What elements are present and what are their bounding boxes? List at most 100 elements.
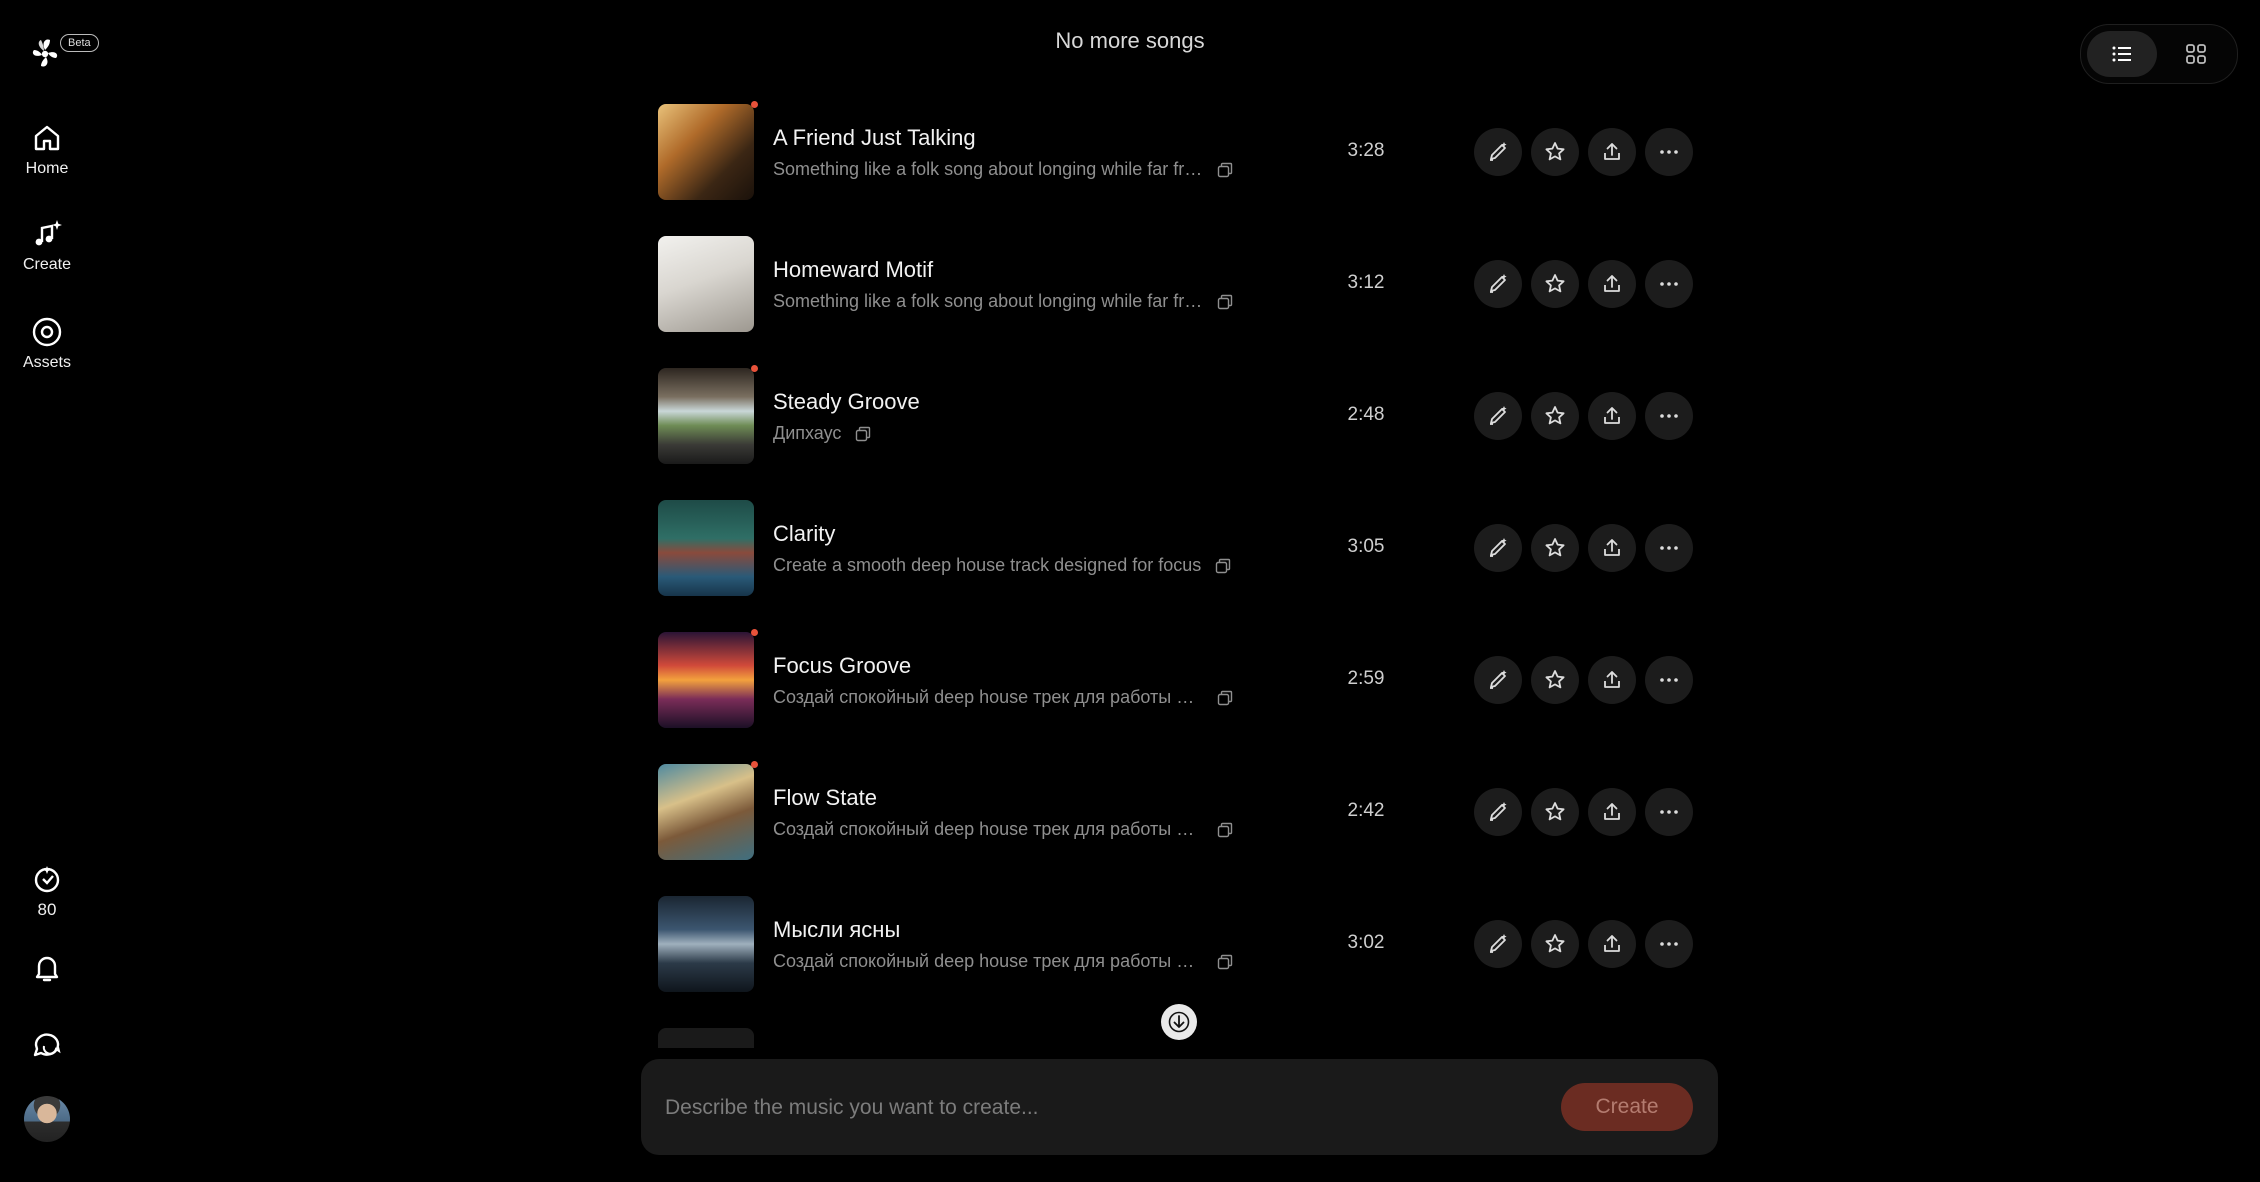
song-row[interactable]: Flow State Создай спокойный deep house т… (658, 761, 1698, 860)
favorite-button[interactable] (1531, 524, 1579, 572)
arrow-down-icon (1168, 1011, 1190, 1033)
song-title[interactable]: Focus Groove (773, 653, 911, 679)
star-icon (1545, 670, 1565, 689)
song-row[interactable]: Clarity Create a smooth deep house track… (658, 500, 1698, 596)
star-icon (1545, 538, 1565, 557)
scroll-down-button[interactable] (1161, 1004, 1197, 1040)
star-icon (1545, 802, 1565, 821)
song-row[interactable]: A Friend Just Talking Something like a f… (658, 101, 1698, 200)
edit-icon (1490, 934, 1507, 953)
copy-icon[interactable] (855, 426, 871, 442)
more-options-button[interactable] (1645, 788, 1693, 836)
edit-button[interactable] (1474, 656, 1522, 704)
song-actions (1474, 788, 1693, 836)
credits-button[interactable]: 80 (0, 864, 94, 920)
nav-assets-label: Assets (22, 354, 71, 371)
more-options-button[interactable] (1645, 260, 1693, 308)
song-row[interactable]: Мысли ясны Создай спокойный deep house т… (658, 896, 1698, 992)
song-cover[interactable] (658, 104, 754, 200)
share-button[interactable] (1588, 920, 1636, 968)
song-cover[interactable] (658, 500, 754, 596)
sidebar: Beta Home Create Assets 80 (0, 0, 99, 1182)
song-description: Создай спокойный deep house трек для раб… (773, 819, 1203, 839)
song-cover[interactable] (658, 764, 754, 860)
notifications-button[interactable] (0, 952, 94, 984)
copy-icon[interactable] (1217, 690, 1233, 706)
share-icon (1604, 803, 1620, 820)
song-row[interactable]: Focus Groove Создай спокойный deep house… (658, 629, 1698, 728)
more-options-button[interactable] (1645, 524, 1693, 572)
edit-button[interactable] (1474, 788, 1522, 836)
favorite-button[interactable] (1531, 260, 1579, 308)
copy-icon[interactable] (1215, 558, 1231, 574)
star-icon (1545, 142, 1565, 161)
share-button[interactable] (1588, 128, 1636, 176)
edit-button[interactable] (1474, 392, 1522, 440)
song-description: Создай спокойный deep house трек для раб… (773, 951, 1203, 971)
song-description: Create a smooth deep house track designe… (773, 555, 1202, 575)
song-description-wrap: Something like a folk song about longing… (773, 291, 1233, 312)
song-title[interactable]: Homeward Motif (773, 257, 933, 283)
more-options-button[interactable] (1645, 392, 1693, 440)
list-view-button[interactable] (2087, 31, 2157, 77)
more-options-button[interactable] (1645, 656, 1693, 704)
copy-icon[interactable] (1217, 294, 1233, 310)
song-actions (1474, 392, 1693, 440)
share-icon (1604, 143, 1620, 160)
new-indicator-dot (751, 365, 758, 372)
edit-button[interactable] (1474, 128, 1522, 176)
song-row[interactable]: Steady Groove Дипхаус 2:48 (658, 365, 1698, 464)
assets-disc-icon (32, 317, 62, 347)
song-cover[interactable] (658, 896, 754, 992)
chat-button[interactable] (0, 1028, 94, 1060)
nav-assets[interactable]: Assets (0, 316, 94, 372)
edit-button[interactable] (1474, 524, 1522, 572)
credits-icon (34, 866, 60, 893)
music-prompt-input[interactable] (663, 1085, 1517, 1131)
more-icon (1660, 282, 1678, 286)
song-description-wrap: Дипхаус (773, 423, 871, 444)
share-button[interactable] (1588, 524, 1636, 572)
share-button[interactable] (1588, 656, 1636, 704)
song-cover[interactable] (658, 632, 754, 728)
share-button[interactable] (1588, 392, 1636, 440)
grid-view-button[interactable] (2161, 31, 2231, 77)
copy-icon[interactable] (1217, 954, 1233, 970)
more-icon (1660, 414, 1678, 418)
share-icon (1604, 275, 1620, 292)
song-title[interactable]: Clarity (773, 521, 835, 547)
song-row[interactable]: Homeward Motif Something like a folk son… (658, 236, 1698, 332)
song-description: Something like a folk song about longing… (773, 291, 1203, 311)
favorite-button[interactable] (1531, 392, 1579, 440)
share-button[interactable] (1588, 788, 1636, 836)
share-icon (1604, 539, 1620, 556)
song-description: Создай спокойный deep house трек для раб… (773, 687, 1203, 707)
copy-icon[interactable] (1217, 162, 1233, 178)
song-cover[interactable] (658, 236, 754, 332)
more-options-button[interactable] (1645, 128, 1693, 176)
create-button[interactable]: Create (1561, 1083, 1693, 1131)
bell-icon (35, 956, 59, 982)
song-title[interactable]: Steady Groove (773, 389, 920, 415)
favorite-button[interactable] (1531, 920, 1579, 968)
next-song-cover-partial (658, 1028, 754, 1048)
favorite-button[interactable] (1531, 128, 1579, 176)
edit-button[interactable] (1474, 260, 1522, 308)
edit-button[interactable] (1474, 920, 1522, 968)
song-title[interactable]: Flow State (773, 785, 877, 811)
song-cover[interactable] (658, 368, 754, 464)
favorite-button[interactable] (1531, 656, 1579, 704)
app-root: Beta Home Create Assets 80 No more songs… (0, 0, 2260, 1182)
user-avatar[interactable] (24, 1096, 70, 1142)
nav-create[interactable]: Create (0, 218, 94, 274)
song-duration: 3:05 (1347, 536, 1385, 557)
song-actions (1474, 524, 1693, 572)
copy-icon[interactable] (1217, 822, 1233, 838)
share-button[interactable] (1588, 260, 1636, 308)
song-title[interactable]: Мысли ясны (773, 917, 900, 943)
more-options-button[interactable] (1645, 920, 1693, 968)
favorite-button[interactable] (1531, 788, 1579, 836)
song-description-wrap: Создай спокойный deep house трек для раб… (773, 687, 1233, 708)
song-title[interactable]: A Friend Just Talking (773, 125, 976, 151)
nav-home[interactable]: Home (0, 122, 94, 178)
